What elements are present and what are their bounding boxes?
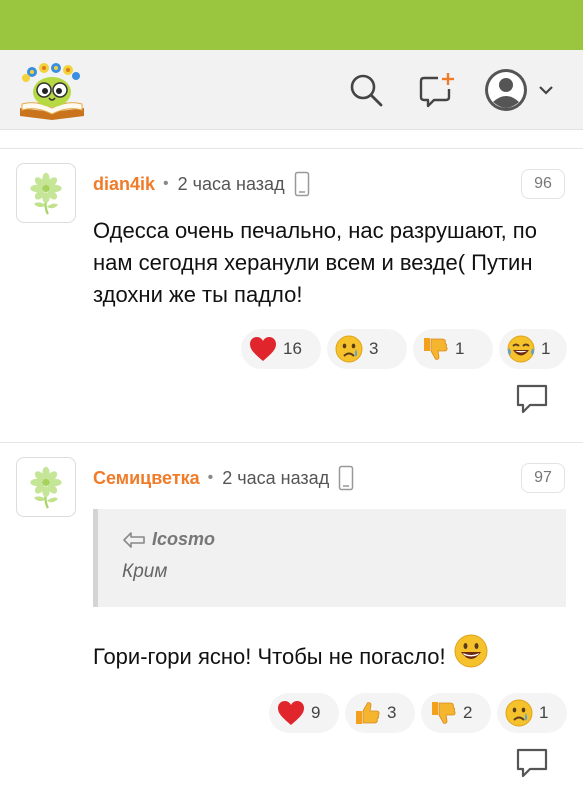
reply-arrow-icon — [123, 531, 145, 548]
crying-face-icon — [505, 699, 533, 727]
search-button[interactable] — [344, 68, 388, 112]
quote-author: Icosmo — [122, 529, 215, 550]
meta-separator: • — [207, 469, 214, 486]
chevron-down-icon — [539, 86, 553, 95]
quote-author-name: Icosmo — [152, 529, 216, 549]
grinning-face-icon — [454, 634, 488, 668]
comment-text-row: Гори-гори ясно! Чтобы не погасло! — [93, 634, 488, 673]
site-header — [0, 50, 583, 130]
crying-face-icon — [335, 335, 363, 363]
reaction-count: 3 — [387, 703, 397, 722]
profile-avatar-icon — [485, 69, 527, 111]
reply-button[interactable] — [515, 747, 549, 779]
search-icon — [350, 74, 383, 107]
comment: Семицветка • 2 часа назад 97 Icosmo Крим… — [0, 442, 583, 800]
reaction-laughing[interactable]: 1 — [499, 329, 567, 369]
reaction-count: 1 — [455, 339, 465, 358]
thumbs-up-icon — [353, 699, 381, 727]
add-comment-icon — [419, 73, 454, 108]
reaction-count: 3 — [369, 339, 379, 358]
quoted-comment[interactable]: Icosmo Крим — [93, 509, 566, 607]
heart-icon — [277, 700, 305, 726]
comment-text: Гори-гори ясно! Чтобы не погасло! — [93, 644, 446, 669]
reaction-count: 16 — [283, 339, 302, 358]
reaction-crying[interactable]: 3 — [327, 329, 407, 369]
reaction-bar: 9 3 2 1 — [263, 693, 567, 733]
reply-comment-icon — [515, 747, 549, 779]
comment-time: 2 часа назад — [177, 173, 285, 194]
comment-number-badge[interactable]: 96 — [521, 169, 565, 199]
heart-icon — [249, 336, 277, 362]
reaction-count: 1 — [539, 703, 549, 722]
meta-separator: • — [163, 175, 169, 192]
reaction-thumbs-down[interactable]: 2 — [421, 693, 491, 733]
reaction-count: 2 — [463, 703, 473, 722]
mobile-device-icon — [294, 171, 310, 197]
top-accent-bar — [0, 0, 583, 50]
reaction-heart[interactable]: 9 — [269, 693, 339, 733]
comment-text: Одесса очень печально, нас разрушают, по… — [93, 218, 537, 307]
laughing-tears-icon — [507, 335, 535, 363]
comment-author[interactable]: dian4ik — [93, 174, 155, 195]
mobile-device-icon — [338, 465, 354, 491]
reply-button[interactable] — [515, 383, 549, 415]
book-owl-logo[interactable] — [16, 60, 88, 122]
flower-avatar-icon — [23, 170, 69, 216]
avatar[interactable] — [16, 457, 76, 517]
avatar[interactable] — [16, 163, 76, 223]
reaction-thumbs-down[interactable]: 1 — [413, 329, 493, 369]
thumbs-down-icon — [421, 335, 449, 363]
reaction-bar: 16 3 1 1 — [235, 329, 567, 369]
thumbs-down-icon — [429, 699, 457, 727]
comment: dian4ik • 2 часа назад 96 Одесса очень п… — [0, 148, 583, 442]
comment-meta: Семицветка • 2 часа назад — [93, 465, 354, 491]
comment-author[interactable]: Семицветка — [93, 468, 200, 489]
comment-number-badge[interactable]: 97 — [521, 463, 565, 493]
profile-menu-button[interactable] — [484, 68, 560, 112]
reaction-count: 9 — [311, 703, 321, 722]
reaction-count: 1 — [541, 339, 551, 358]
reaction-heart[interactable]: 16 — [241, 329, 321, 369]
quote-text: Крим — [122, 561, 168, 582]
comment-meta: dian4ik • 2 часа назад — [93, 171, 310, 197]
flower-avatar-icon — [23, 464, 69, 510]
reaction-thumbs-up[interactable]: 3 — [345, 693, 415, 733]
reply-comment-icon — [515, 383, 549, 415]
reaction-crying[interactable]: 1 — [497, 693, 567, 733]
comment-time: 2 часа назад — [222, 467, 330, 488]
new-post-button[interactable] — [414, 68, 458, 112]
